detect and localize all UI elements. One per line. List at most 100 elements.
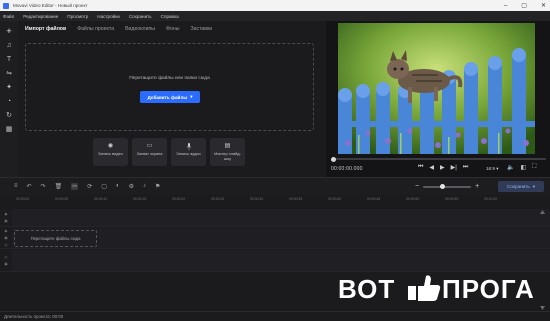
lock-icon[interactable]: ▣ <box>4 219 7 223</box>
snapshot-icon[interactable]: ◧ <box>520 164 526 171</box>
zoom-in-icon[interactable]: + <box>475 183 479 190</box>
ruler-tick: 00:00:05 <box>55 197 69 201</box>
window-controls: – ▢ ✕ <box>504 0 546 11</box>
tab-import[interactable]: Импорт файлов <box>25 26 66 32</box>
ruler-tick: 00:00:45 <box>367 197 381 201</box>
delete-icon[interactable]: 🗑 <box>55 183 63 190</box>
tab-video-clips[interactable]: Видеоклипы <box>125 26 155 32</box>
volume-icon[interactable]: 🔈 <box>507 164 514 171</box>
track-header: ◉ ▣ <box>0 209 12 226</box>
mute-icon[interactable]: ◎ <box>4 255 7 259</box>
audio-track[interactable]: ◎ ▣ <box>0 250 550 272</box>
ruler-tick: 00:00:00 <box>16 197 30 201</box>
record-video-card[interactable]: ◉ Запись видео <box>93 138 128 166</box>
ruler-tick: 00:00:15 <box>133 197 147 201</box>
ruler-tick: 00:00:25 <box>211 197 225 201</box>
app-icon <box>3 2 9 9</box>
zoom-handle[interactable] <box>440 184 446 189</box>
ruler-tick: 00:00:55 <box>445 197 459 201</box>
ruler-tick: 00:00:50 <box>406 197 420 201</box>
screen-capture-icon: ▭ <box>146 143 153 149</box>
text-track[interactable]: ◉ ▣ <box>0 209 550 227</box>
track-settings-icon[interactable]: ≡ <box>14 183 18 190</box>
menu-save[interactable]: Сохранить <box>129 14 152 19</box>
timeline-ruler[interactable]: 00:00:00 00:00:05 00:00:10 00:00:15 00:0… <box>0 195 550 204</box>
seek-bar[interactable] <box>331 156 546 162</box>
seek-handle[interactable] <box>331 156 336 162</box>
next-frame-icon[interactable]: ▶| <box>451 164 457 171</box>
aspect-ratio-select[interactable]: 16:9 ▾ <box>486 166 499 172</box>
color-icon[interactable]: ◐ <box>116 183 120 190</box>
preview-tools: 🔈 ◧ ⛶ <box>507 164 536 171</box>
microphone-icon <box>185 143 192 150</box>
eye-icon[interactable]: ◉ <box>4 229 7 233</box>
eye-icon[interactable]: ◉ <box>4 212 7 216</box>
title-bar: Movavi Video Editor - Новый проект – ▢ ✕ <box>0 0 550 11</box>
crop-icon[interactable]: ▢ <box>101 183 107 190</box>
mute-icon[interactable]: ◎ <box>4 243 7 247</box>
effects-icon[interactable]: ✦ <box>4 83 14 91</box>
zoom-out-icon[interactable]: − <box>415 183 419 190</box>
lock-icon[interactable]: ▣ <box>4 236 7 240</box>
prev-frame-icon[interactable]: ◀ <box>429 164 434 171</box>
ruler-tick: 00:00:35 <box>289 197 303 201</box>
add-files-button[interactable]: Добавить файлы ▾ <box>140 91 200 103</box>
skip-back-icon[interactable]: ⏮ <box>418 164 423 171</box>
menu-edit[interactable]: Редактирование <box>23 14 58 19</box>
thumbs-up-icon <box>408 275 441 301</box>
aspect-ratio-value: 16:9 <box>486 166 495 171</box>
record-audio-card[interactable]: Запись аудио <box>171 138 206 166</box>
undo-icon[interactable]: ↶ <box>27 183 32 190</box>
skip-forward-icon[interactable]: ⏭ <box>463 164 468 171</box>
audio-icon[interactable]: ♪ <box>143 183 146 190</box>
close-icon[interactable]: ✕ <box>541 2 546 9</box>
slideshow-card[interactable]: ▤ Мастер слайд-шоу <box>210 138 245 166</box>
zoom-slider[interactable] <box>423 184 472 189</box>
menu-help[interactable]: Справка <box>161 14 179 19</box>
slideshow-icon: ▤ <box>224 143 231 149</box>
text-icon[interactable]: T <box>4 55 14 63</box>
import-dropzone[interactable]: Перетащите файлы или папки сюда Добавить… <box>25 43 314 131</box>
timecode: 00:00:00.000 <box>331 166 363 172</box>
menu-view[interactable]: Просмотр <box>67 14 88 19</box>
tab-project-files[interactable]: Файлы проекта <box>77 26 114 32</box>
tool-rail: + ♫ T ⇋ ✦ ◔ ↻ ▦ <box>0 21 18 177</box>
more-tools-icon[interactable]: ↻ <box>4 111 14 119</box>
tools-icon[interactable]: ▦ <box>4 125 14 133</box>
play-icon[interactable]: ▶ <box>440 164 445 171</box>
transitions-icon[interactable]: ⇋ <box>4 69 14 77</box>
window-title: Movavi Video Editor - Новый проект <box>13 3 88 8</box>
lock-icon[interactable]: ▣ <box>4 262 7 266</box>
plus-icon[interactable]: + <box>4 26 14 36</box>
timeline-dropzone[interactable]: Перетащите файлы сюда <box>14 230 97 247</box>
rotate-icon[interactable]: ⟳ <box>87 183 92 190</box>
ruler-tick: 00:00:40 <box>328 197 342 201</box>
watermark-logo: ВОТ ПРОГА <box>338 274 534 304</box>
music-icon[interactable]: ♫ <box>4 41 14 49</box>
dropzone-text: Перетащите файлы или папки сюда <box>129 76 210 81</box>
cut-icon[interactable]: ✂ <box>71 183 79 190</box>
stickers-icon[interactable]: ◔ <box>4 97 14 105</box>
track-header: ◎ ▣ <box>0 250 12 271</box>
clip-properties-icon[interactable]: ⚙ <box>129 183 134 190</box>
screen-capture-card[interactable]: ▭ Захват экрана <box>132 138 167 166</box>
menu-settings[interactable]: Настройки <box>97 14 120 19</box>
fullscreen-icon[interactable]: ⛶ <box>532 164 536 171</box>
export-button[interactable]: Сохранить ▾ <box>498 181 544 192</box>
menu-file[interactable]: Файл <box>3 14 14 19</box>
tab-backgrounds[interactable]: Фоны <box>166 26 179 32</box>
redo-icon[interactable]: ↷ <box>41 183 46 190</box>
preview-image <box>338 23 535 154</box>
tab-intros[interactable]: Заставки <box>190 26 212 32</box>
card-label: Мастер слайд-шоу <box>214 151 241 161</box>
maximize-icon[interactable]: ▢ <box>521 2 527 9</box>
export-label: Сохранить <box>506 184 530 189</box>
card-label: Запись видео <box>98 151 123 156</box>
track-header: ◉ ▣ ◎ <box>0 228 12 248</box>
timeline-scrollbar[interactable] <box>540 210 545 310</box>
minimize-icon[interactable]: – <box>504 3 507 9</box>
marker-icon[interactable]: ⚑ <box>155 183 160 190</box>
ruler-tick: 00:00:10 <box>94 197 108 201</box>
status-bar: Длительность проекта: 00:00 <box>0 311 550 321</box>
timeline-toolbar: ≡ ↶ ↷ 🗑 ✂ ⟳ ▢ ◐ ⚙ ♪ ⚑ − + Сохранить ▾ <box>0 177 550 195</box>
